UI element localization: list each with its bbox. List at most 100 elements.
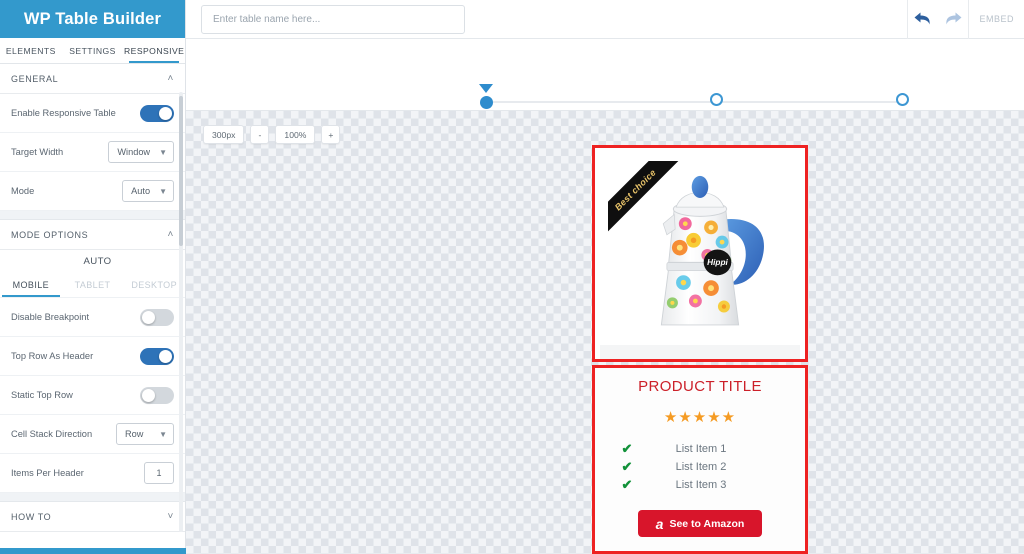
- chevron-down-icon: ▼: [159, 186, 167, 196]
- row-mode: Mode Auto ▼: [0, 172, 185, 211]
- section-title-how-to: HOW TO: [11, 511, 52, 522]
- embed-button[interactable]: EMBED: [969, 14, 1024, 24]
- row-cell-stack-direction: Cell Stack Direction Row ▼: [0, 415, 185, 454]
- product-image-cell[interactable]: Best choice Hippi: [608, 161, 792, 345]
- chevron-up-icon: ˄: [167, 229, 174, 240]
- list-item: ✔ List Item 2: [609, 458, 791, 476]
- chevron-down-icon: ▼: [159, 429, 167, 439]
- select-target-width-value: Window: [117, 147, 151, 157]
- see-to-amazon-label: See to Amazon: [669, 517, 745, 530]
- selection-highlight-image-cell[interactable]: Best choice Hippi: [592, 145, 808, 362]
- table-name-input[interactable]: Enter table name here...: [201, 4, 465, 34]
- check-icon: ✔: [621, 477, 633, 492]
- mode-auto-label: AUTO: [0, 250, 185, 272]
- chevron-down-icon: ˅: [167, 511, 174, 522]
- app-brand-title: WP Table Builder: [0, 0, 185, 38]
- sidebar-bottom-bar: [0, 548, 186, 554]
- section-divider: [0, 493, 185, 502]
- selected-pointer-icon: [479, 84, 493, 93]
- select-cell-stack-direction[interactable]: Row ▼: [116, 423, 174, 445]
- zoom-in-button[interactable]: +: [321, 125, 341, 144]
- control-static-top-row: [140, 386, 174, 404]
- row-disable-breakpoint: Disable Breakpoint: [0, 298, 185, 337]
- label-items-per-header: Items Per Header: [11, 468, 84, 478]
- breakpoint-handle-mobile[interactable]: [479, 96, 493, 109]
- rating-stars: ★★★★★: [663, 409, 737, 426]
- section-header-mode-options[interactable]: MODE OPTIONS ˄: [0, 220, 185, 250]
- control-disable-breakpoint: [140, 308, 174, 326]
- app-root: WP Table Builder ELEMENTS SETTINGS RESPO…: [0, 0, 1024, 554]
- list-item: ✔ List Item 1: [609, 440, 791, 458]
- svg-text:Hippi: Hippi: [707, 258, 728, 267]
- check-icon: ✔: [621, 441, 633, 456]
- row-enable-responsive-table: Enable Responsive Table: [0, 94, 185, 133]
- top-toolbar: Enter table name here... EMBED: [186, 0, 1024, 39]
- label-static-top-row: Static Top Row: [11, 390, 73, 400]
- redo-arrow-icon: [946, 12, 962, 25]
- tab-elements[interactable]: ELEMENTS: [0, 38, 62, 63]
- canvas-width-value[interactable]: 300px: [203, 125, 245, 144]
- label-disable-breakpoint: Disable Breakpoint: [11, 312, 90, 322]
- list-item-label: List Item 3: [675, 479, 727, 491]
- device-tab-tablet[interactable]: TABLET: [62, 272, 124, 297]
- redo-button[interactable]: [938, 0, 968, 39]
- label-cell-stack-direction: Cell Stack Direction: [11, 429, 93, 439]
- device-tab-desktop[interactable]: DESKTOP: [123, 272, 185, 297]
- control-enable-responsive-table: [140, 104, 174, 122]
- sidebar: WP Table Builder ELEMENTS SETTINGS RESPO…: [0, 0, 186, 554]
- feature-list: ✔ List Item 1 ✔ List Item 2 ✔ List Item …: [609, 440, 791, 494]
- select-mode-value: Auto: [131, 186, 151, 196]
- label-enable-responsive-table: Enable Responsive Table: [11, 108, 116, 118]
- input-items-per-header[interactable]: 1: [144, 462, 174, 484]
- breakpoint-handle-tablet[interactable]: [709, 93, 723, 106]
- section-title-mode-options: MODE OPTIONS: [11, 229, 89, 240]
- product-card: Best choice Hippi PRODUCT TITLE ★★★★★ ✔ …: [592, 145, 808, 554]
- section-title-general: GENERAL: [11, 73, 59, 84]
- device-mode-tabs: MOBILE TABLET DESKTOP: [0, 272, 185, 298]
- control-top-row-as-header: [140, 347, 174, 365]
- zoom-toolbar: 300px - 100% +: [203, 125, 341, 144]
- control-items-per-header: 1: [144, 462, 174, 484]
- toggle-knob: [142, 388, 155, 402]
- tab-responsive[interactable]: RESPONSIVE: [123, 38, 185, 63]
- device-tab-mobile[interactable]: MOBILE: [0, 272, 62, 297]
- toggle-top-row-as-header[interactable]: [140, 347, 174, 365]
- chevron-up-icon: ˄: [167, 73, 174, 84]
- row-top-row-as-header: Top Row As Header: [0, 337, 185, 376]
- amazon-a-logo-icon: a: [655, 515, 664, 532]
- section-header-how-to[interactable]: HOW TO ˅: [0, 502, 185, 532]
- breakpoint-slider-bar: Mobile 300px Tablet 700px Desktop 1024px: [186, 39, 1024, 143]
- zoom-level-value[interactable]: 100%: [275, 125, 316, 144]
- section-header-general[interactable]: GENERAL ˄: [0, 64, 185, 94]
- control-target-width: Window ▼: [108, 141, 174, 163]
- select-target-width[interactable]: Window ▼: [108, 141, 174, 163]
- list-item-label: List Item 1: [675, 443, 727, 455]
- selection-highlight-content-cell[interactable]: PRODUCT TITLE ★★★★★ ✔ List Item 1 ✔ List…: [592, 365, 808, 554]
- sidebar-scrollbar-thumb[interactable]: [179, 96, 183, 246]
- row-target-width: Target Width Window ▼: [0, 133, 185, 172]
- see-to-amazon-button[interactable]: a See to Amazon: [638, 510, 762, 537]
- control-mode: Auto ▼: [122, 180, 174, 202]
- toggle-disable-breakpoint[interactable]: [140, 308, 174, 326]
- breakpoint-handle-desktop[interactable]: [895, 93, 909, 106]
- row-static-top-row: Static Top Row: [0, 376, 185, 415]
- preview-canvas: 300px - 100% + Best choice Hippi PRODUCT…: [186, 111, 1024, 554]
- toggle-knob: [142, 310, 155, 324]
- label-target-width: Target Width: [11, 147, 64, 157]
- chevron-down-icon: ▼: [159, 147, 167, 157]
- toolbar-right-actions: EMBED: [907, 0, 1024, 39]
- toggle-enable-responsive-table[interactable]: [140, 104, 174, 122]
- list-item-label: List Item 2: [675, 461, 727, 473]
- toggle-static-top-row[interactable]: [140, 386, 174, 404]
- select-mode[interactable]: Auto ▼: [122, 180, 174, 202]
- undo-arrow-icon: [914, 12, 931, 25]
- row-items-per-header: Items Per Header 1: [0, 454, 185, 493]
- toggle-knob: [159, 349, 172, 363]
- sidebar-tabbar: ELEMENTS SETTINGS RESPONSIVE: [0, 38, 185, 64]
- product-title: PRODUCT TITLE: [638, 378, 762, 395]
- tab-settings[interactable]: SETTINGS: [62, 38, 124, 63]
- control-cell-stack-direction: Row ▼: [116, 423, 174, 445]
- undo-button[interactable]: [908, 0, 938, 39]
- zoom-out-button[interactable]: -: [250, 125, 270, 144]
- toggle-knob: [159, 106, 172, 120]
